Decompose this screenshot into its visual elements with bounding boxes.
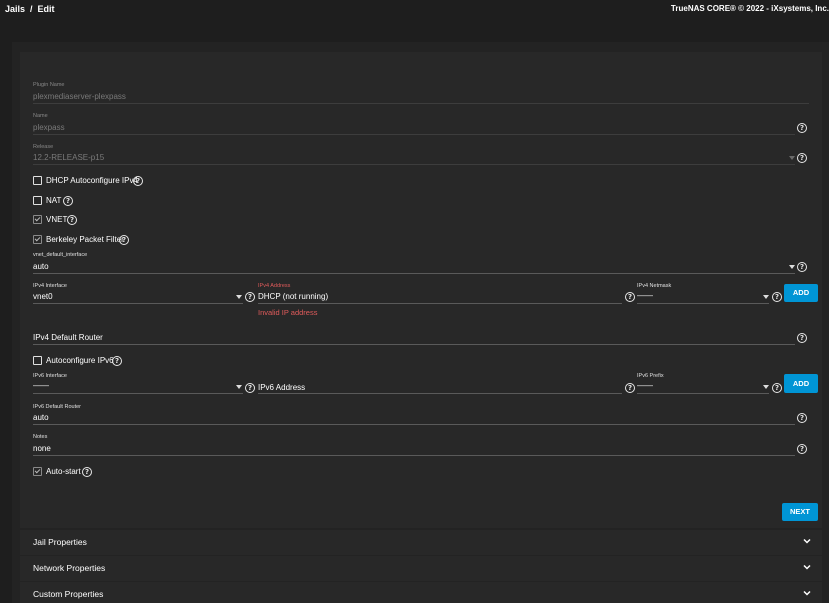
caret-down-icon [763, 385, 769, 389]
ipv6-router-underline [33, 424, 795, 425]
vnet-iface-underline [33, 273, 795, 274]
bpf-label: Berkeley Packet Filter [46, 234, 124, 244]
ipv4-netmask-select[interactable]: —— [637, 291, 653, 300]
dhcp-label: DHCP Autoconfigure IPv4 [46, 175, 138, 185]
ipv6-autoconfig-checkbox[interactable] [33, 356, 42, 365]
ipv4-address-error: Invalid IP address [258, 308, 318, 317]
ipv6-add-button[interactable]: ADD [784, 374, 818, 393]
help-circle-icon[interactable]: ? [67, 215, 77, 225]
ipv6-iface-select[interactable]: —— [33, 381, 49, 390]
ipv4-netmask-label: IPv4 Netmask [637, 283, 672, 289]
release-select[interactable]: 12.2-RELEASE-p15 [33, 153, 104, 162]
help-circle-icon[interactable]: ? [772, 383, 782, 393]
breadcrumb-separator: / [30, 4, 33, 14]
copyright-text[interactable]: TrueNAS CORE® © 2022 - iXsystems, Inc. [671, 4, 829, 13]
ipv6-autoconfig-label: Autoconfigure IPv6 [46, 355, 114, 365]
basic-properties-body [20, 52, 822, 528]
ipv4-default-router-input[interactable]: IPv4 Default Router [33, 333, 103, 342]
plugin-name-underline [33, 103, 809, 104]
help-circle-icon[interactable]: ? [797, 262, 807, 272]
release-underline [33, 164, 795, 165]
ipv4-iface-label: IPv4 Interface [33, 283, 67, 289]
help-circle-icon[interactable]: ? [797, 123, 807, 133]
ipv4-router-underline [33, 344, 795, 345]
bpf-checkbox[interactable] [33, 235, 42, 244]
ipv6-router-label: IPv6 Default Router [33, 404, 81, 410]
caret-down-icon [236, 295, 242, 299]
ipv6-prefix-underline [637, 393, 769, 394]
help-circle-icon[interactable]: ? [797, 444, 807, 454]
section-title: Jail Properties [33, 537, 87, 547]
chevron-down-icon[interactable] [802, 562, 812, 572]
dhcp-checkbox-row[interactable]: DHCP Autoconfigure IPv4 [33, 176, 193, 188]
nat-label: NAT [46, 195, 62, 205]
caret-down-icon [789, 265, 795, 269]
ipv6-prefix-label: IPv6 Prefix [637, 373, 664, 379]
section-title: Network Properties [33, 563, 106, 573]
bpf-checkbox-row[interactable]: Berkeley Packet Filter [33, 235, 153, 247]
help-circle-icon[interactable]: ? [625, 292, 635, 302]
help-circle-icon[interactable]: ? [82, 467, 92, 477]
ipv6-iface-underline [33, 393, 243, 394]
section-title: Custom Properties [33, 589, 104, 599]
help-circle-icon[interactable]: ? [63, 196, 73, 206]
ipv4-netmask-underline [637, 303, 769, 304]
release-label: Release [33, 144, 54, 150]
ipv6-router-input[interactable]: auto [33, 413, 49, 422]
ipv4-iface-select[interactable]: vnet0 [33, 292, 53, 301]
ipv4-add-button[interactable]: ADD [784, 284, 818, 302]
help-circle-icon[interactable]: ? [797, 153, 807, 163]
help-circle-icon[interactable]: ? [772, 292, 782, 302]
breadcrumb: Jails / Edit [5, 4, 55, 14]
autostart-label: Auto-start [46, 466, 81, 476]
nat-checkbox[interactable] [33, 196, 42, 205]
ipv4-address-underline [258, 303, 622, 304]
autostart-checkbox[interactable] [33, 467, 42, 476]
help-circle-icon[interactable]: ? [119, 235, 129, 245]
section-custom-properties[interactable]: Custom Properties [20, 582, 822, 603]
name-label: Name [33, 113, 48, 119]
help-circle-icon[interactable]: ? [625, 383, 635, 393]
chevron-down-icon[interactable] [802, 588, 812, 598]
vnet-iface-label: vnet_default_interface [33, 252, 88, 258]
notes-underline [33, 455, 795, 456]
ipv6-address-input[interactable]: IPv6 Address [258, 383, 305, 392]
ipv6-prefix-select[interactable]: —— [637, 381, 653, 390]
ipv4-address-label: IPv4 Address [258, 283, 291, 289]
vnet-checkbox-row[interactable]: VNET [33, 215, 93, 227]
plugin-name-value: plexmediaserver-plexpass [33, 92, 126, 101]
ipv4-address-input[interactable]: DHCP (not running) [258, 292, 328, 301]
breadcrumb-edit: Edit [37, 4, 55, 14]
help-circle-icon[interactable]: ? [797, 413, 807, 423]
chevron-down-icon[interactable] [802, 536, 812, 546]
caret-down-icon [789, 156, 795, 160]
dhcp-checkbox[interactable] [33, 176, 42, 185]
caret-down-icon [763, 295, 769, 299]
help-circle-icon[interactable]: ? [112, 356, 122, 366]
vnet-iface-select[interactable]: auto [33, 262, 49, 271]
vnet-label: VNET [46, 214, 68, 224]
vnet-checkbox[interactable] [33, 215, 42, 224]
notes-label: Notes [33, 434, 48, 440]
breadcrumb-jails[interactable]: Jails [5, 4, 25, 14]
help-circle-icon[interactable]: ? [133, 176, 143, 186]
ipv6-address-underline [258, 393, 622, 394]
notes-input[interactable]: none [33, 444, 51, 453]
ipv6-iface-label: IPv6 Interface [33, 373, 67, 379]
caret-down-icon [236, 385, 242, 389]
ipv4-iface-underline [33, 303, 243, 304]
section-network-properties[interactable]: Network Properties [20, 556, 822, 581]
name-input[interactable]: plexpass [33, 123, 65, 132]
section-jail-properties[interactable]: Jail Properties [20, 530, 822, 555]
help-circle-icon[interactable]: ? [245, 383, 255, 393]
next-button[interactable]: NEXT [782, 503, 818, 521]
help-circle-icon[interactable]: ? [245, 292, 255, 302]
plugin-name-label: Plugin Name [33, 82, 65, 88]
top-bar: Jails / Edit TrueNAS CORE® © 2022 - iXsyst… [0, 0, 829, 20]
name-underline [33, 134, 795, 135]
help-circle-icon[interactable]: ? [797, 333, 807, 343]
